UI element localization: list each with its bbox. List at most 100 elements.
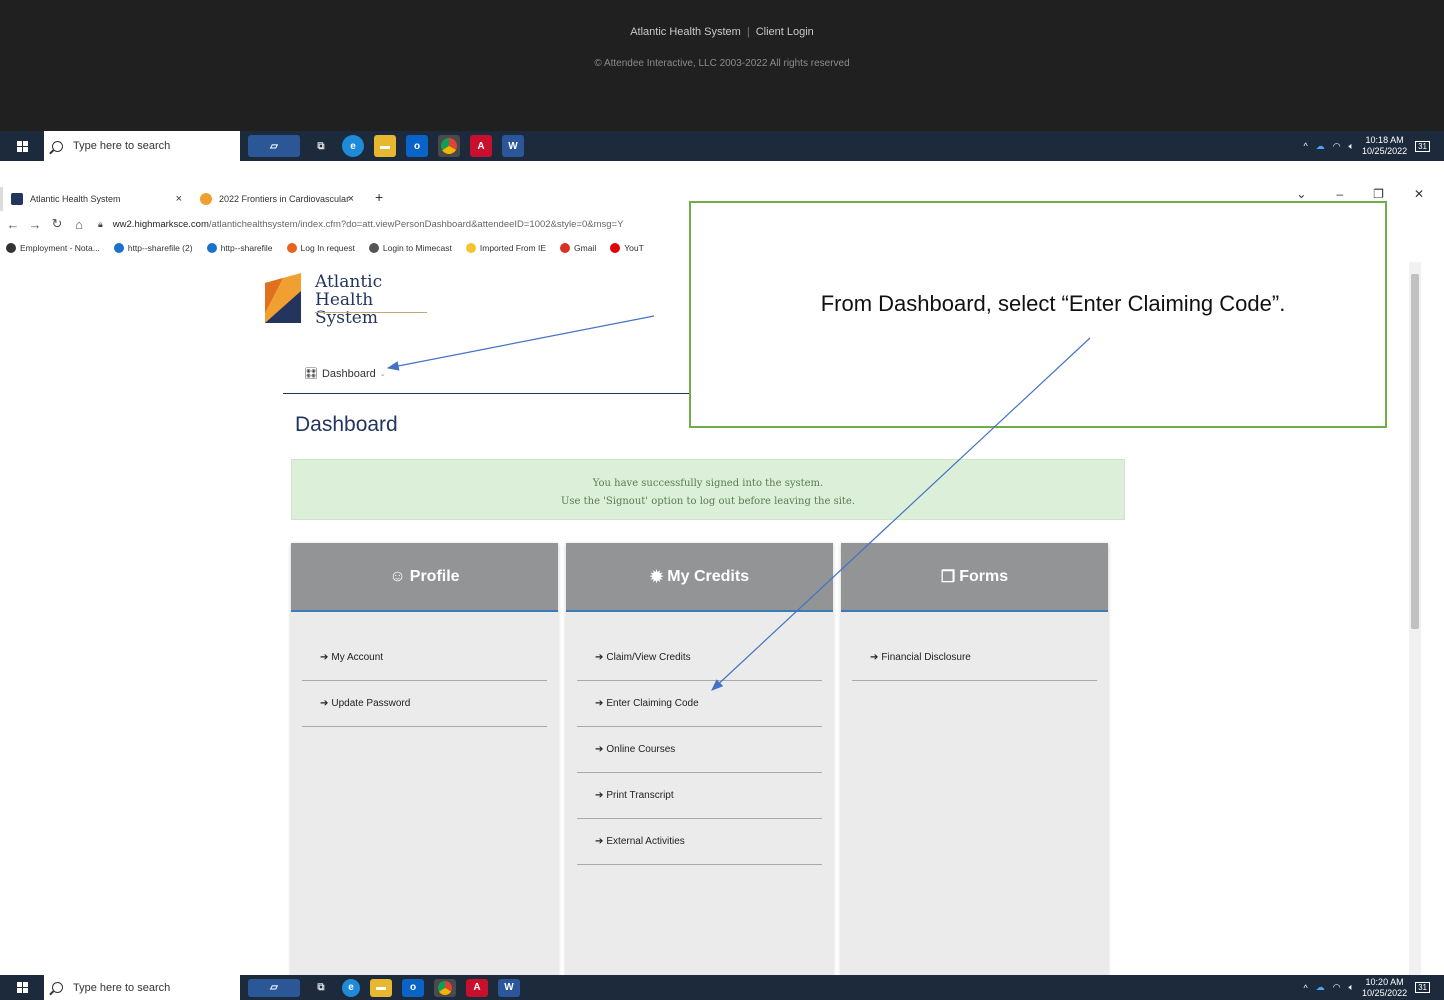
onedrive-icon[interactable]: ☁ xyxy=(1316,141,1325,152)
credits-panel-header: ✹ My Credits xyxy=(566,543,833,612)
arrow-right-icon: ➔ xyxy=(595,652,604,663)
bookmark-icon xyxy=(465,243,476,253)
bookmark-icon xyxy=(6,243,16,253)
panel-link[interactable]: ➔ Financial Disclosure xyxy=(852,635,1097,681)
wifi-icon[interactable]: ◠ xyxy=(1333,141,1341,152)
system-tray: ^ ☁ ◠ 🔈︎ 10:20 AM 10/25/2022 31 xyxy=(1304,977,1444,999)
panel-link[interactable]: ➔ Online Courses xyxy=(577,727,822,773)
task-view-icon[interactable]: ⧉ xyxy=(310,979,332,997)
chevron-up-icon[interactable]: ^ xyxy=(1304,141,1308,151)
wifi-icon[interactable]: ◠ xyxy=(1333,982,1341,993)
bookmark-item[interactable]: http--sharefile xyxy=(206,243,273,253)
dashboard-gauge-icon: 🎛︎ xyxy=(304,368,318,380)
panel-link-label: External Activities xyxy=(606,836,685,847)
panel-link-label: Online Courses xyxy=(606,744,676,755)
bookmark-item[interactable]: Login to Mimecast xyxy=(368,243,452,253)
alert-line-1: You have successfully signed into the sy… xyxy=(592,478,824,489)
callout-text: From Dashboard, select “Enter Claiming C… xyxy=(820,291,1286,316)
tab-search-icon[interactable]: ⌄ xyxy=(1296,187,1306,201)
close-tab-icon[interactable]: × xyxy=(176,193,182,205)
panel-link[interactable]: ➔ Claim/View Credits xyxy=(577,635,822,681)
restore-icon[interactable]: ❐ xyxy=(1373,187,1384,201)
client-login-link[interactable]: Client Login xyxy=(756,26,814,38)
bookmark-item[interactable]: Employment - Nota... xyxy=(6,243,100,253)
panel-link[interactable]: ➔ Update Password xyxy=(302,681,547,727)
acrobat-icon[interactable]: A xyxy=(470,135,492,157)
bookmark-item[interactable]: Imported From IE xyxy=(465,243,547,253)
task-view-icon[interactable]: ⧉ xyxy=(310,135,332,157)
bookmark-item[interactable]: Log In request xyxy=(286,243,355,253)
tab-frontiers[interactable]: 2022 Frontiers in Cardiovascular × xyxy=(192,187,362,211)
chrome-icon[interactable] xyxy=(438,135,460,157)
credits-panel: ✹ My Credits ➔ Claim/View Credits ➔ Enter C… xyxy=(566,543,833,978)
bookmark-icon xyxy=(206,243,217,253)
tab-label: 2022 Frontiers in Cardiovascular xyxy=(219,194,350,204)
taskbar-search[interactable]: Type here to search xyxy=(44,975,240,1000)
panel-link[interactable]: ➔ Enter Claiming Code xyxy=(577,681,822,727)
chevron-up-icon[interactable]: ^ xyxy=(1304,983,1308,993)
windows-icon xyxy=(16,982,28,993)
close-tab-icon[interactable]: × xyxy=(348,193,354,205)
chrome-icon[interactable] xyxy=(434,978,456,997)
start-button[interactable] xyxy=(0,975,44,1000)
lock-icon[interactable]: 🔒︎ xyxy=(98,219,103,230)
bookmark-label: Imported From IE xyxy=(479,243,547,253)
outlook-icon[interactable]: o xyxy=(406,135,428,157)
bookmark-icon xyxy=(113,243,124,253)
page-scrollbar[interactable] xyxy=(1409,262,1421,975)
forward-icon[interactable]: → xyxy=(26,217,44,232)
word-icon[interactable]: W xyxy=(498,978,520,997)
bookmark-label: http--sharefile xyxy=(220,243,273,253)
panel-link[interactable]: ➔ Print Transcript xyxy=(577,773,822,819)
tab-atlantic-health[interactable]: Atlantic Health System × xyxy=(0,187,190,211)
volume-icon[interactable]: 🔈︎ xyxy=(1349,982,1354,993)
onedrive-icon[interactable]: ☁ xyxy=(1316,982,1325,993)
volume-icon[interactable]: 🔈︎ xyxy=(1349,141,1354,152)
clock[interactable]: 10:18 AM 10/25/2022 xyxy=(1362,135,1407,157)
bookmark-item[interactable]: Gmail xyxy=(560,243,596,253)
copy-document-icon: ❐ xyxy=(940,568,956,586)
reload-icon[interactable]: ↻ xyxy=(48,216,66,232)
word-icon[interactable]: W xyxy=(502,135,524,157)
panel-link-label: Update Password xyxy=(331,698,411,709)
bookmark-item[interactable]: YouT xyxy=(610,243,644,253)
panel-link[interactable]: ➔ My Account xyxy=(302,635,547,681)
user-circle-icon: ☺ xyxy=(389,567,406,585)
ahs-app-icon[interactable]: ▱ xyxy=(248,978,300,997)
footer-brand-link[interactable]: Atlantic Health System xyxy=(630,26,741,38)
forms-panel-header: ❐ Forms xyxy=(841,543,1108,612)
ahs-logo-icon xyxy=(265,273,301,323)
search-icon xyxy=(52,982,63,993)
bookmark-item[interactable]: http--sharefile (2) xyxy=(113,243,193,253)
page-title: Dashboard xyxy=(295,413,398,436)
file-explorer-icon[interactable]: ▬ xyxy=(374,135,396,157)
arrow-right-icon: ➔ xyxy=(595,744,604,755)
back-icon[interactable]: ← xyxy=(4,217,22,232)
panel-link[interactable]: ➔ External Activities xyxy=(577,819,822,865)
windows-icon xyxy=(16,140,28,152)
acrobat-icon[interactable]: A xyxy=(466,978,488,997)
clock[interactable]: 10:20 AM 10/25/2022 xyxy=(1362,977,1407,999)
scrollbar-thumb[interactable] xyxy=(1411,274,1419,629)
site-footer: Atlantic Health System | Client Login © At… xyxy=(0,0,1444,131)
edge-icon[interactable]: e xyxy=(342,135,364,157)
notification-icon[interactable]: 31 xyxy=(1415,982,1430,993)
taskbar-search[interactable]: Type here to search xyxy=(44,131,240,161)
arrow-right-icon: ➔ xyxy=(320,698,329,709)
close-window-icon[interactable]: ✕ xyxy=(1414,187,1424,201)
new-tab-button[interactable]: + xyxy=(375,189,383,205)
minimize-icon[interactable]: – xyxy=(1336,187,1343,201)
home-icon[interactable]: ⌂ xyxy=(70,217,88,232)
start-button[interactable] xyxy=(0,131,44,161)
notification-icon[interactable]: 31 xyxy=(1415,140,1430,152)
ahs-app-icon[interactable]: ▱ xyxy=(248,135,300,157)
edge-icon[interactable]: e xyxy=(342,978,360,997)
arrow-right-icon: ➔ xyxy=(595,790,604,801)
ahs-logo[interactable]: Atlantic Health System xyxy=(265,273,435,327)
file-explorer-icon[interactable]: ▬ xyxy=(370,978,392,997)
nav-dashboard-menu[interactable]: 🎛︎ Dashboard ⌄ xyxy=(304,367,386,381)
search-icon xyxy=(52,140,63,152)
nav-dashboard-label: Dashboard xyxy=(321,367,376,380)
url-input[interactable]: ww2.highmarksce.com/atlantichealthsystem… xyxy=(113,219,624,230)
outlook-icon[interactable]: o xyxy=(402,978,424,997)
